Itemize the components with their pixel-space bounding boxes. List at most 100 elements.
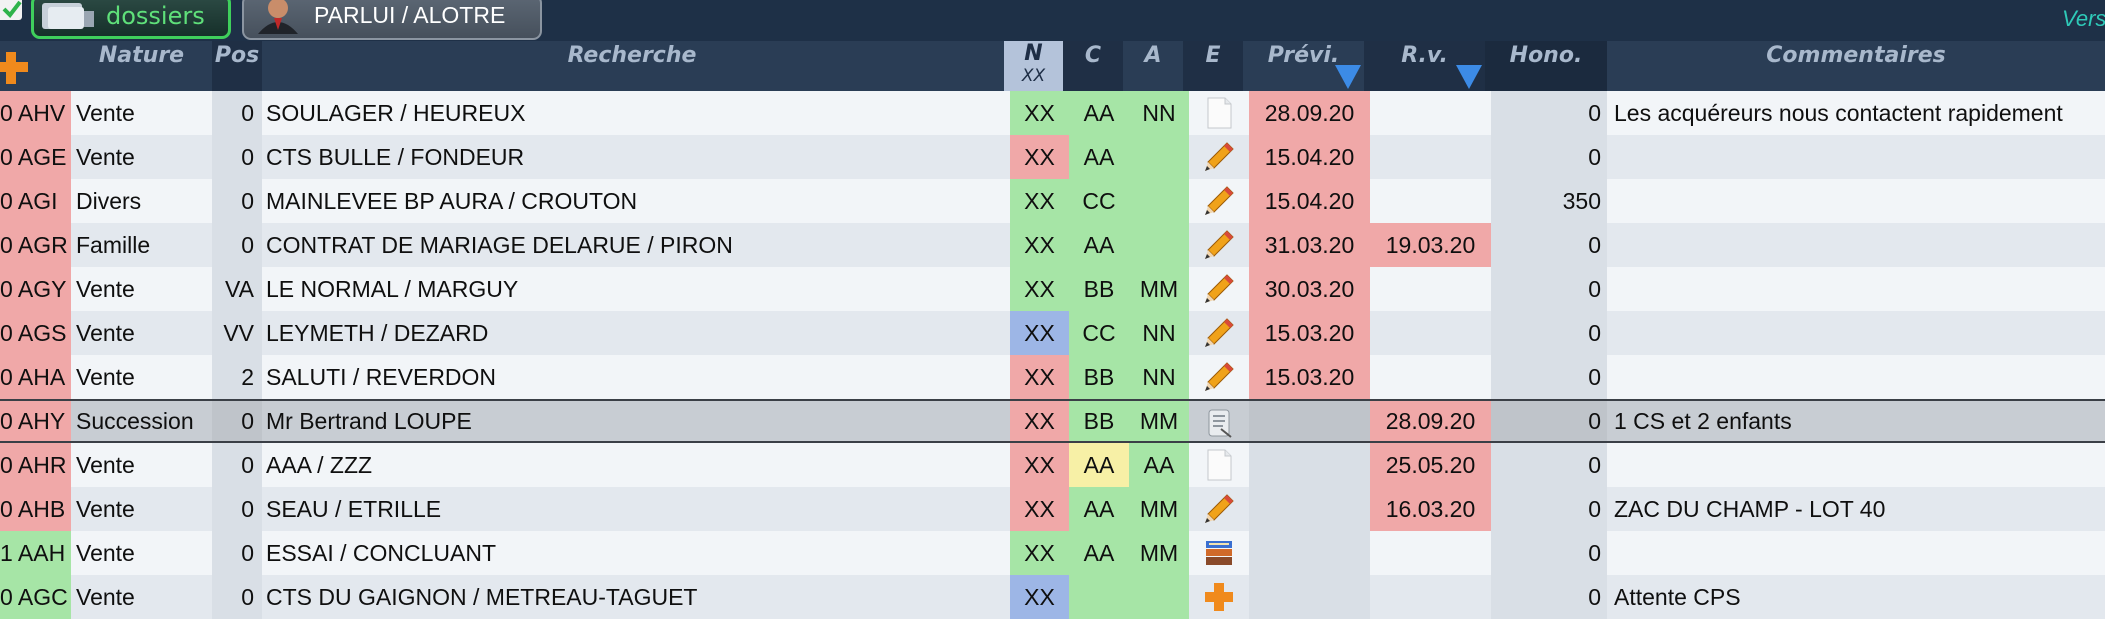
a-status-cell (1129, 179, 1189, 223)
table-row[interactable]: 0 AGR Famille 0 CONTRAT DE MARIAGE DELARUE … (0, 223, 2105, 267)
e-icon-cell[interactable] (1189, 311, 1249, 355)
n-status-cell: XX (1010, 267, 1069, 311)
select-checkbox[interactable] (0, 0, 22, 20)
commentaire-cell: Attente CPS (1614, 584, 1741, 610)
hono-cell: 0 (1491, 355, 1607, 399)
col-header-previ-label: Prévi. (1267, 43, 1340, 68)
client-button[interactable]: PARLUI / ALOTRE (242, 0, 542, 40)
previ-date-cell: 15.03.20 (1249, 311, 1370, 355)
blank-page-icon[interactable] (1203, 97, 1235, 129)
books-icon[interactable] (1203, 537, 1235, 569)
e-icon-cell[interactable] (1189, 443, 1249, 487)
e-icon-cell[interactable] (1189, 179, 1249, 223)
e-icon-cell[interactable] (1189, 91, 1249, 135)
pos-cell: 0 (212, 575, 262, 619)
e-icon-cell[interactable] (1189, 401, 1249, 441)
commentaire-cell (1607, 267, 2105, 311)
nature-cell: Vente (76, 144, 135, 170)
pencil-icon[interactable] (1203, 361, 1235, 393)
scroll-icon[interactable] (1203, 407, 1235, 439)
recherche-cell: LE NORMAL / MARGUY (266, 276, 519, 302)
table-row[interactable]: 0 AHB Vente 0 SEAU / ETRILLE XX AA MM 16.03.20 0… (0, 487, 2105, 531)
hono-cell: 0 (1491, 487, 1607, 531)
nature-cell: Vente (76, 452, 135, 478)
pencil-icon[interactable] (1203, 273, 1235, 305)
e-icon-cell[interactable] (1189, 575, 1249, 619)
table-row[interactable]: 1 AAH Vente 0 ESSAI / CONCLUANT XX AA MM 0 (0, 531, 2105, 575)
n-status-cell: XX (1010, 401, 1069, 441)
c-status-cell: AA (1069, 223, 1129, 267)
nature-cell: Famille (76, 232, 151, 258)
previ-date-cell: 15.04.20 (1249, 135, 1370, 179)
hono-cell: 0 (1491, 135, 1607, 179)
table-row[interactable]: 0 AHR Vente 0 AAA / ZZZ XX AA AA 25.05.20 0 (0, 443, 2105, 487)
col-header-e[interactable]: E (1183, 41, 1243, 91)
rv-date-cell (1370, 135, 1491, 179)
pos-cell: VA (212, 267, 262, 311)
col-header-recherche[interactable]: Recherche (262, 41, 1002, 91)
version-label: Vers (2062, 6, 2105, 31)
pos-cell: 0 (212, 531, 262, 575)
col-header-nature[interactable]: Nature (71, 41, 212, 91)
pos-cell: 0 (212, 179, 262, 223)
pencil-icon[interactable] (1203, 317, 1235, 349)
table-header: Nature Pos Recherche N XX C A E Prévi. R… (0, 41, 2105, 91)
blank-page-icon[interactable] (1203, 449, 1235, 481)
checkmark-icon (2, 0, 22, 18)
sort-arrow-icon (1456, 65, 1482, 89)
col-header-n[interactable]: N XX (1004, 41, 1063, 91)
dossiers-label: dossiers (106, 2, 205, 30)
pos-cell: VV (212, 311, 262, 355)
dossiers-button[interactable]: dossiers (31, 0, 231, 39)
a-status-cell (1129, 223, 1189, 267)
a-status-cell (1129, 575, 1189, 619)
n-status-cell: XX (1010, 311, 1069, 355)
rv-date-cell: 19.03.20 (1370, 223, 1491, 267)
rv-date-cell (1370, 355, 1491, 399)
commentaire-cell (1607, 223, 2105, 267)
col-header-c[interactable]: C (1063, 41, 1123, 91)
pencil-icon[interactable] (1203, 185, 1235, 217)
nature-cell: Divers (76, 188, 142, 214)
hono-cell: 0 (1491, 575, 1607, 619)
e-icon-cell[interactable] (1189, 355, 1249, 399)
pencil-icon[interactable] (1203, 493, 1235, 525)
col-header-n-sub: XX (1021, 66, 1046, 86)
n-status-cell: XX (1010, 91, 1069, 135)
hono-cell: 350 (1491, 179, 1607, 223)
dossier-ref: 1 AAH (0, 531, 71, 575)
table-row[interactable]: 0 AGS Vente VV LEYMETH / DEZARD XX CC NN 15.03.… (0, 311, 2105, 355)
col-header-pos[interactable]: Pos (212, 41, 262, 91)
rv-date-cell (1370, 267, 1491, 311)
col-header-hono[interactable]: Hono. (1485, 41, 1607, 91)
col-header-a[interactable]: A (1123, 41, 1183, 91)
c-status-cell: AA (1069, 487, 1129, 531)
add-dossier-icon[interactable] (0, 46, 30, 90)
e-icon-cell[interactable] (1189, 135, 1249, 179)
table-row[interactable]: 0 AGY Vente VA LE NORMAL / MARGUY XX BB MM 30.0… (0, 267, 2105, 311)
e-icon-cell[interactable] (1189, 487, 1249, 531)
n-status-cell: XX (1010, 487, 1069, 531)
pencil-icon[interactable] (1203, 141, 1235, 173)
commentaire-cell (1607, 135, 2105, 179)
n-status-cell: XX (1010, 443, 1069, 487)
table-row[interactable]: 0 AHV Vente 0 SOULAGER / HEUREUX XX AA NN 28.09… (0, 91, 2105, 135)
c-status-cell: BB (1069, 267, 1129, 311)
table-row[interactable]: 0 AHA Vente 2 SALUTI / REVERDON XX BB NN 15.03.… (0, 355, 2105, 399)
table-row[interactable]: 0 AGI Divers 0 MAINLEVEE BP AURA / CROUTON X… (0, 179, 2105, 223)
e-icon-cell[interactable] (1189, 223, 1249, 267)
n-status-cell: XX (1010, 135, 1069, 179)
plus-icon[interactable] (1203, 581, 1235, 613)
e-icon-cell[interactable] (1189, 531, 1249, 575)
table-row[interactable]: 0 AGC Vente 0 CTS DU GAIGNON / METREAU-TAGU… (0, 575, 2105, 619)
col-header-commentaires[interactable]: Commentaires (1607, 41, 2105, 91)
pos-cell: 0 (212, 443, 262, 487)
rv-date-cell (1370, 91, 1491, 135)
e-icon-cell[interactable] (1189, 267, 1249, 311)
pencil-icon[interactable] (1203, 229, 1235, 261)
recherche-cell: CTS DU GAIGNON / METREAU-TAGUET (266, 584, 698, 610)
pos-cell: 0 (212, 91, 262, 135)
table-row-selected[interactable]: 0 AHY Succession 0 Mr Bertrand LOUPE XX BB MM 2… (0, 399, 2105, 443)
table-row[interactable]: 0 AGE Vente 0 CTS BULLE / FONDEUR XX AA 15.04.… (0, 135, 2105, 179)
commentaire-cell: 1 CS et 2 enfants (1614, 408, 1792, 434)
